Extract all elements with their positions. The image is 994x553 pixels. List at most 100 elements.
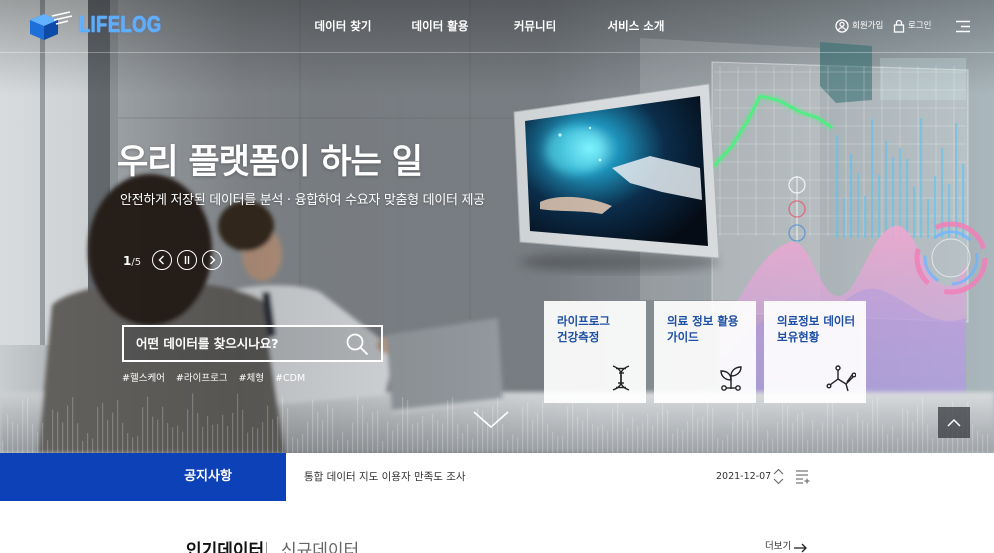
spectrum-bar xyxy=(262,422,264,453)
chevron-down-small-icon[interactable] xyxy=(773,478,784,485)
spectrum-bar xyxy=(542,401,544,453)
spectrum-bar xyxy=(417,422,419,453)
signup-link[interactable]: 회원가입 xyxy=(835,18,883,34)
spectrum-bar xyxy=(867,422,869,453)
login-label: 로그인 xyxy=(908,21,932,31)
sprout-icon xyxy=(720,366,742,391)
slide-pause-button[interactable] xyxy=(177,250,197,270)
spectrum-bar xyxy=(707,397,709,453)
spectrum-bar xyxy=(462,432,464,453)
panel-bar xyxy=(843,198,846,238)
spectrum-bar xyxy=(522,406,524,453)
user-circle-icon xyxy=(835,19,849,33)
spectrum-bar xyxy=(687,421,689,453)
search-icon[interactable] xyxy=(345,332,369,356)
spectrum-bar xyxy=(732,421,734,453)
search-tag[interactable]: #헬스케어 xyxy=(122,372,165,385)
slide-prev-button[interactable] xyxy=(152,250,172,270)
card-lifelog-health[interactable]: 라이프로그 건강측정 xyxy=(544,301,646,403)
spectrum-bar xyxy=(722,440,724,453)
notice-bar: 공지사항 통합 데이터 지도 이용자 만족도 조사 2021-12-07 xyxy=(0,453,994,501)
more-link[interactable]: 더보기 xyxy=(765,540,791,553)
search-tag[interactable]: #체형 xyxy=(239,372,264,385)
spectrum-bar xyxy=(612,409,614,453)
spectrum-bar xyxy=(87,433,89,453)
panel-bar xyxy=(927,199,930,238)
card-line: 보유현황 xyxy=(777,330,820,344)
panel-bar xyxy=(906,159,909,238)
spectrum-bar xyxy=(892,425,894,453)
spectrum-bar xyxy=(192,393,194,453)
search-input[interactable] xyxy=(134,331,339,356)
scroll-top-button[interactable] xyxy=(938,407,970,438)
spectrum-bar xyxy=(922,398,924,453)
spectrum-bar xyxy=(987,434,989,453)
spectrum-bar xyxy=(317,412,319,453)
spectrum-bar xyxy=(517,437,519,453)
chevron-up-small-icon[interactable] xyxy=(773,468,784,475)
card-title: 의료정보 데이터 보유현황 xyxy=(777,313,855,345)
search-tag[interactable]: #CDM xyxy=(275,372,305,385)
spectrum-bar xyxy=(827,396,829,453)
spectrum-bar xyxy=(77,423,79,453)
list-add-icon[interactable] xyxy=(795,469,810,484)
hamburger-menu-icon[interactable] xyxy=(955,20,971,33)
spectrum-bar xyxy=(587,407,589,453)
arrow-right-icon[interactable] xyxy=(793,543,807,553)
left-text-overlay xyxy=(0,0,600,453)
spectrum-bar xyxy=(442,423,444,453)
spectrum-bar xyxy=(457,424,459,453)
spectrum-bar xyxy=(767,430,769,453)
nav-about-service[interactable]: 서비스 소개 xyxy=(591,18,681,34)
slide-next-button[interactable] xyxy=(202,250,222,270)
spectrum-bar xyxy=(532,419,534,453)
login-link[interactable]: 로그인 xyxy=(893,18,931,34)
spectrum-bar xyxy=(937,435,939,453)
spectrum-bar xyxy=(832,400,834,453)
spectrum-bar xyxy=(862,419,864,453)
spectrum-bar xyxy=(467,424,469,453)
spectrum-bar xyxy=(747,420,749,453)
spectrum-bar xyxy=(637,425,639,453)
nav-find-data[interactable]: 데이터 찾기 xyxy=(298,18,388,34)
panel-bar xyxy=(920,118,923,238)
nav-community[interactable]: 커뮤니티 xyxy=(490,18,580,34)
spectrum-bar xyxy=(117,400,119,453)
site-logo[interactable]: LIFELOG xyxy=(24,8,164,46)
chevron-down-icon[interactable] xyxy=(473,410,509,430)
notice-title-link[interactable]: 통합 데이터 지도 이용자 만족도 조사 xyxy=(304,470,466,484)
search-tags: #헬스케어 #라이프로그 #체형 #CDM xyxy=(122,372,305,385)
spectrum-bar xyxy=(447,400,449,453)
card-medical-data-holdings[interactable]: 의료정보 데이터 보유현황 xyxy=(764,301,866,403)
spectrum-bar xyxy=(332,407,334,453)
spectrum-bar xyxy=(382,440,384,453)
spectrum-bar xyxy=(297,438,299,453)
card-medical-info-guide[interactable]: 의료 정보 활용 가이드 xyxy=(654,301,756,403)
spectrum-bar xyxy=(357,396,359,453)
spectrum-bar xyxy=(67,405,69,453)
spectrum-bar xyxy=(877,397,879,453)
spectrum-bar xyxy=(607,430,609,453)
tab-new-data[interactable]: 신규데이터 xyxy=(281,538,361,553)
spectrum-bar xyxy=(12,421,14,453)
spectrum-bar xyxy=(142,407,144,453)
nav-use-data[interactable]: 데이터 활용 xyxy=(395,18,485,34)
panel-bar xyxy=(899,148,902,238)
spectrum-bar xyxy=(342,431,344,453)
spectrum-bar xyxy=(107,419,109,453)
spectrum-bar xyxy=(932,438,934,453)
spectrum-bar xyxy=(717,437,719,453)
panel-bar xyxy=(850,154,853,238)
search-tag[interactable]: #라이프로그 xyxy=(176,372,228,385)
spectrum-bar xyxy=(527,402,529,453)
chevron-left-icon xyxy=(158,255,164,265)
spectrum-bar xyxy=(377,410,379,453)
panel-bar xyxy=(857,173,860,238)
spectrum-bar xyxy=(857,412,859,453)
tab-popular-data[interactable]: 인기데이터 xyxy=(186,538,266,553)
spectrum-bar xyxy=(927,424,929,453)
spectrum-bar xyxy=(97,407,99,453)
spectrum-bar xyxy=(407,400,409,453)
panel-bar xyxy=(955,123,958,238)
spectrum-bar xyxy=(567,406,569,453)
